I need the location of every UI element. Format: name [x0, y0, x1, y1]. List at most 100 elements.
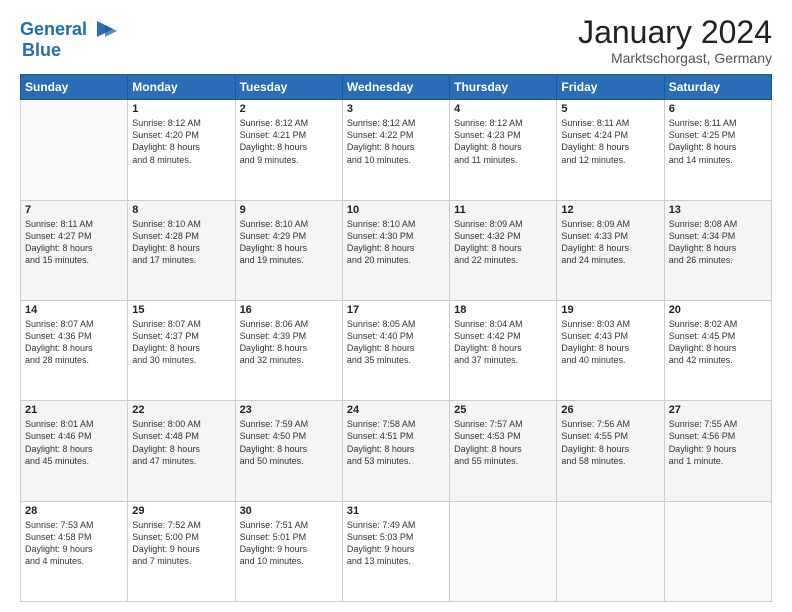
calendar-cell: 27 Sunrise: 7:55 AM Sunset: 4:56 PM Dayli…	[664, 401, 771, 501]
calendar-cell: 15 Sunrise: 8:07 AM Sunset: 4:37 PM Dayli…	[128, 300, 235, 400]
calendar-week-3: 14 Sunrise: 8:07 AM Sunset: 4:36 PM Dayli…	[21, 300, 772, 400]
calendar-week-1: 1 Sunrise: 8:12 AM Sunset: 4:20 PM Daylig…	[21, 100, 772, 200]
calendar-header-row: Sunday Monday Tuesday Wednesday Thursday…	[21, 75, 772, 100]
day-number: 26	[561, 404, 659, 416]
calendar-cell: 14 Sunrise: 8:07 AM Sunset: 4:36 PM Dayli…	[21, 300, 128, 400]
col-saturday: Saturday	[664, 75, 771, 100]
calendar-title: January 2024	[578, 15, 772, 50]
day-number: 20	[669, 304, 767, 316]
day-number: 7	[25, 204, 123, 216]
day-number: 16	[240, 304, 338, 316]
page: General Blue January 2024 Marktschorgast…	[0, 0, 792, 612]
day-info: Sunrise: 8:12 AM Sunset: 4:22 PM Dayligh…	[347, 117, 445, 166]
day-info: Sunrise: 8:07 AM Sunset: 4:36 PM Dayligh…	[25, 318, 123, 367]
day-info: Sunrise: 8:12 AM Sunset: 4:21 PM Dayligh…	[240, 117, 338, 166]
day-number: 2	[240, 103, 338, 115]
day-number: 15	[132, 304, 230, 316]
day-number: 22	[132, 404, 230, 416]
calendar-cell: 26 Sunrise: 7:56 AM Sunset: 4:55 PM Dayli…	[557, 401, 664, 501]
day-number: 23	[240, 404, 338, 416]
day-number: 5	[561, 103, 659, 115]
calendar-week-5: 28 Sunrise: 7:53 AM Sunset: 4:58 PM Dayli…	[21, 501, 772, 601]
day-info: Sunrise: 7:51 AM Sunset: 5:01 PM Dayligh…	[240, 519, 338, 568]
calendar-cell: 20Sunrise: 8:02 AM Sunset: 4:45 PM Dayli…	[664, 300, 771, 400]
day-info: Sunrise: 8:11 AM Sunset: 4:24 PM Dayligh…	[561, 117, 659, 166]
col-thursday: Thursday	[450, 75, 557, 100]
day-info: Sunrise: 7:59 AM Sunset: 4:50 PM Dayligh…	[240, 418, 338, 467]
day-number: 4	[454, 103, 552, 115]
day-info: Sunrise: 8:03 AM Sunset: 4:43 PM Dayligh…	[561, 318, 659, 367]
calendar-cell: 7 Sunrise: 8:11 AM Sunset: 4:27 PM Daylig…	[21, 200, 128, 300]
day-number: 1	[132, 103, 230, 115]
logo-text: General	[20, 20, 87, 40]
calendar-cell: 9 Sunrise: 8:10 AM Sunset: 4:29 PM Daylig…	[235, 200, 342, 300]
day-number: 29	[132, 505, 230, 517]
day-number: 24	[347, 404, 445, 416]
calendar-cell: 5 Sunrise: 8:11 AM Sunset: 4:24 PM Daylig…	[557, 100, 664, 200]
day-number: 6	[669, 103, 767, 115]
calendar-cell	[557, 501, 664, 601]
day-number: 17	[347, 304, 445, 316]
col-monday: Monday	[128, 75, 235, 100]
day-info: Sunrise: 7:56 AM Sunset: 4:55 PM Dayligh…	[561, 418, 659, 467]
calendar-cell: 22Sunrise: 8:00 AM Sunset: 4:48 PM Dayli…	[128, 401, 235, 501]
calendar-week-2: 7 Sunrise: 8:11 AM Sunset: 4:27 PM Daylig…	[21, 200, 772, 300]
day-info: Sunrise: 7:52 AM Sunset: 5:00 PM Dayligh…	[132, 519, 230, 568]
calendar-cell: 29 Sunrise: 7:52 AM Sunset: 5:00 PM Dayli…	[128, 501, 235, 601]
calendar-cell: 30 Sunrise: 7:51 AM Sunset: 5:01 PM Dayli…	[235, 501, 342, 601]
col-friday: Friday	[557, 75, 664, 100]
calendar-cell: 25Sunrise: 7:57 AM Sunset: 4:53 PM Dayli…	[450, 401, 557, 501]
day-number: 10	[347, 204, 445, 216]
calendar-cell: 3 Sunrise: 8:12 AM Sunset: 4:22 PM Daylig…	[342, 100, 449, 200]
day-info: Sunrise: 8:11 AM Sunset: 4:27 PM Dayligh…	[25, 218, 123, 267]
day-number: 14	[25, 304, 123, 316]
calendar-cell: 23 Sunrise: 7:59 AM Sunset: 4:50 PM Dayli…	[235, 401, 342, 501]
day-number: 13	[669, 204, 767, 216]
day-number: 11	[454, 204, 552, 216]
title-block: January 2024 Marktschorgast, Germany	[578, 15, 772, 66]
day-info: Sunrise: 7:57 AM Sunset: 4:53 PM Dayligh…	[454, 418, 552, 467]
calendar-cell: 12Sunrise: 8:09 AM Sunset: 4:33 PM Dayli…	[557, 200, 664, 300]
day-info: Sunrise: 8:05 AM Sunset: 4:40 PM Dayligh…	[347, 318, 445, 367]
calendar-cell: 18 Sunrise: 8:04 AM Sunset: 4:42 PM Dayli…	[450, 300, 557, 400]
day-number: 18	[454, 304, 552, 316]
calendar-cell: 4 Sunrise: 8:12 AM Sunset: 4:23 PM Daylig…	[450, 100, 557, 200]
day-info: Sunrise: 8:06 AM Sunset: 4:39 PM Dayligh…	[240, 318, 338, 367]
day-number: 30	[240, 505, 338, 517]
calendar-cell: 6 Sunrise: 8:11 AM Sunset: 4:25 PM Daylig…	[664, 100, 771, 200]
calendar-cell: 24Sunrise: 7:58 AM Sunset: 4:51 PM Dayli…	[342, 401, 449, 501]
calendar-cell: 28 Sunrise: 7:53 AM Sunset: 4:58 PM Dayli…	[21, 501, 128, 601]
col-sunday: Sunday	[21, 75, 128, 100]
calendar-cell	[664, 501, 771, 601]
day-number: 9	[240, 204, 338, 216]
day-number: 8	[132, 204, 230, 216]
day-info: Sunrise: 8:12 AM Sunset: 4:23 PM Dayligh…	[454, 117, 552, 166]
calendar-cell: 16 Sunrise: 8:06 AM Sunset: 4:39 PM Dayli…	[235, 300, 342, 400]
day-info: Sunrise: 8:10 AM Sunset: 4:29 PM Dayligh…	[240, 218, 338, 267]
day-number: 21	[25, 404, 123, 416]
col-tuesday: Tuesday	[235, 75, 342, 100]
day-info: Sunrise: 8:04 AM Sunset: 4:42 PM Dayligh…	[454, 318, 552, 367]
calendar-cell: 10Sunrise: 8:10 AM Sunset: 4:30 PM Dayli…	[342, 200, 449, 300]
calendar-cell: 31Sunrise: 7:49 AM Sunset: 5:03 PM Dayli…	[342, 501, 449, 601]
day-info: Sunrise: 7:49 AM Sunset: 5:03 PM Dayligh…	[347, 519, 445, 568]
day-info: Sunrise: 7:55 AM Sunset: 4:56 PM Dayligh…	[669, 418, 767, 467]
day-number: 27	[669, 404, 767, 416]
col-wednesday: Wednesday	[342, 75, 449, 100]
day-info: Sunrise: 8:01 AM Sunset: 4:46 PM Dayligh…	[25, 418, 123, 467]
calendar-cell: 2 Sunrise: 8:12 AM Sunset: 4:21 PM Daylig…	[235, 100, 342, 200]
day-info: Sunrise: 8:12 AM Sunset: 4:20 PM Dayligh…	[132, 117, 230, 166]
calendar-cell	[450, 501, 557, 601]
calendar-table: Sunday Monday Tuesday Wednesday Thursday…	[20, 74, 772, 602]
day-info: Sunrise: 8:11 AM Sunset: 4:25 PM Dayligh…	[669, 117, 767, 166]
day-info: Sunrise: 8:10 AM Sunset: 4:28 PM Dayligh…	[132, 218, 230, 267]
calendar-week-4: 21 Sunrise: 8:01 AM Sunset: 4:46 PM Dayli…	[21, 401, 772, 501]
calendar-cell: 13Sunrise: 8:08 AM Sunset: 4:34 PM Dayli…	[664, 200, 771, 300]
day-info: Sunrise: 7:53 AM Sunset: 4:58 PM Dayligh…	[25, 519, 123, 568]
day-number: 28	[25, 505, 123, 517]
day-number: 3	[347, 103, 445, 115]
calendar-cell: 11Sunrise: 8:09 AM Sunset: 4:32 PM Dayli…	[450, 200, 557, 300]
header: General Blue January 2024 Marktschorgast…	[20, 15, 772, 66]
day-info: Sunrise: 8:07 AM Sunset: 4:37 PM Dayligh…	[132, 318, 230, 367]
calendar-cell	[21, 100, 128, 200]
